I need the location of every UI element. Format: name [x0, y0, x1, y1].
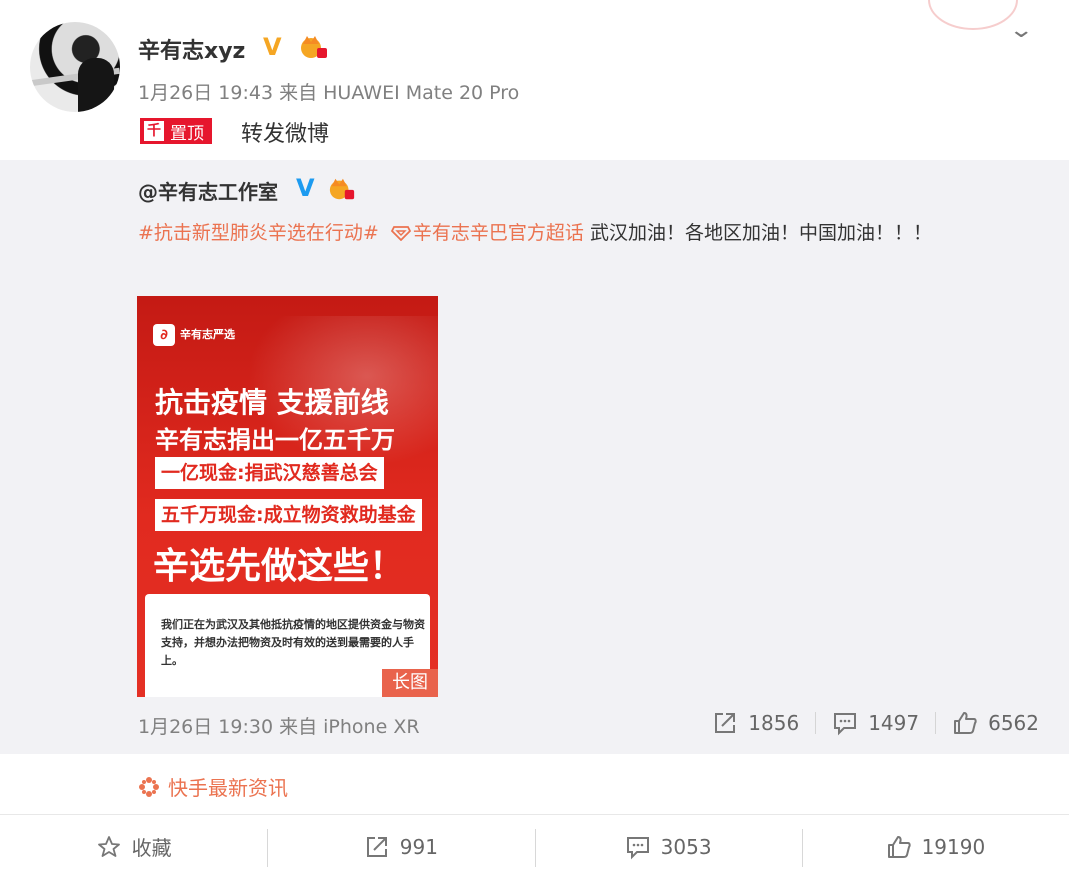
- comment-button[interactable]: 3053: [534, 815, 802, 878]
- crown-icon: [329, 178, 355, 200]
- pinned-label: 置顶: [170, 123, 204, 144]
- pin-icon: 千: [144, 121, 164, 141]
- repost-button[interactable]: 991: [267, 815, 534, 878]
- comment-icon: [626, 836, 649, 859]
- thumbs-up-icon: [887, 835, 911, 858]
- comment-icon: [834, 713, 857, 736]
- original-author[interactable]: @辛有志工作室: [138, 176, 278, 205]
- repost-count: 991: [399, 834, 438, 859]
- brand-logo-icon: ∂: [153, 324, 175, 346]
- original-comment-count: 1497: [868, 711, 920, 735]
- topic-link[interactable]: #抗击新型肺炎辛选在行动#: [138, 222, 379, 244]
- poster-box-2: 五千万现金:成立物资救助基金: [155, 499, 422, 531]
- original-like-button[interactable]: 6562: [952, 710, 1039, 736]
- source-tag[interactable]: 快手最新资讯: [138, 772, 288, 801]
- divider: [815, 712, 817, 734]
- like-button[interactable]: 19190: [801, 815, 1069, 878]
- avatar-figure: [78, 58, 114, 112]
- comment-count: 3053: [660, 834, 712, 859]
- supertopic-link[interactable]: 辛有志辛巴官方超话: [385, 222, 590, 244]
- poster-headline-1: 抗击疫情 支援前线: [155, 386, 389, 419]
- share-icon: [715, 713, 736, 733]
- original-repost-count: 1856: [748, 711, 800, 735]
- thumbs-up-icon: [954, 712, 977, 734]
- original-comment-button[interactable]: 1497: [832, 710, 919, 736]
- supertopic-label: 辛有志辛巴官方超话: [412, 222, 584, 244]
- poster-card-text: 我们正在为武汉及其他抵抗疫情的地区提供资金与物资支持，并想办法把物资及时有效的送…: [161, 618, 425, 667]
- original-text: #抗击新型肺炎辛选在行动# 辛有志辛巴官方超话 武汉加油！各地区加油！中国加油！…: [138, 218, 932, 245]
- divider: [935, 712, 937, 734]
- poster-box-1: 一亿现金:捐武汉慈善总会: [155, 457, 384, 489]
- verified-badge-blue: V: [296, 174, 315, 202]
- supertopic-icon: [390, 226, 411, 242]
- long-image-badge: 长图: [382, 669, 438, 697]
- original-body: 武汉加油！各地区加油！中国加油！！！: [589, 222, 932, 244]
- source-label: 快手最新资讯: [168, 776, 288, 800]
- post-text: 转发微博: [241, 122, 330, 147]
- action-bar: 收藏 991 3053 19190: [0, 814, 1069, 878]
- crown-icon: [301, 36, 327, 58]
- poster-headline-2: 辛有志捐出一亿五千万: [155, 426, 395, 454]
- pinned-badge: 千 置顶: [140, 118, 212, 144]
- post-meta: 1月26日 19:43 来自 HUAWEI Mate 20 Pro: [138, 82, 520, 104]
- poster-headline-3: 辛选先做这些！: [153, 546, 406, 587]
- original-actions: 1856 1497 6562: [712, 710, 1039, 736]
- chevron-down-icon[interactable]: ⌄: [1008, 18, 1034, 43]
- post-header: 辛有志xyz V ⌄ 1月26日 19:43 来自 HUAWEI Mate 20…: [0, 0, 1069, 160]
- avatar[interactable]: [30, 22, 120, 112]
- original-like-count: 6562: [988, 711, 1039, 735]
- original-repost-button[interactable]: 1856: [712, 710, 799, 736]
- favorite-label: 收藏: [131, 836, 172, 860]
- share-icon: [366, 836, 387, 857]
- reposted-content: @辛有志工作室 V #抗击新型肺炎辛选在行动# 辛有志辛巴官方超话 武汉加油！各…: [0, 160, 1069, 754]
- flower-icon: [139, 776, 159, 797]
- like-count: 19190: [921, 834, 986, 859]
- username[interactable]: 辛有志xyz: [138, 33, 245, 65]
- favorite-button[interactable]: 收藏: [0, 815, 267, 878]
- star-icon: [97, 835, 120, 857]
- original-meta: 1月26日 19:30 来自 iPhone XR: [138, 716, 420, 738]
- verified-badge-gold: V: [263, 33, 282, 61]
- poster-brand: 辛有志严选: [180, 328, 235, 341]
- poster-image[interactable]: ∂ 辛有志严选 抗击疫情 支援前线 辛有志捐出一亿五千万 一亿现金:捐武汉慈善总…: [137, 296, 438, 697]
